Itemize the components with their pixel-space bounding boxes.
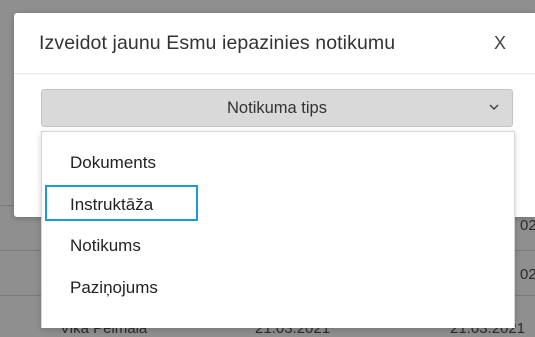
event-type-select[interactable]: Notikuma tips [41, 89, 513, 127]
option-notikums[interactable]: Notikums [70, 236, 141, 256]
table-cell: 02 [520, 217, 535, 234]
table-cell: 02 [520, 266, 535, 283]
event-type-dropdown-list: Dokuments Instruktāža Notikums Paziņojum… [41, 131, 515, 328]
modal-title: Izveidot jaunu Esmu iepazinies notikumu [39, 32, 396, 54]
option-dokuments[interactable]: Dokuments [70, 153, 156, 173]
select-value: Notikuma tips [227, 99, 327, 117]
close-button[interactable]: X [494, 33, 506, 54]
modal-header: Izveidot jaunu Esmu iepazinies notikumu … [14, 13, 535, 74]
option-instruktaza[interactable]: Instruktāža [70, 195, 153, 215]
option-pazinojums[interactable]: Paziņojums [70, 278, 158, 298]
chevron-down-icon [489, 104, 499, 111]
